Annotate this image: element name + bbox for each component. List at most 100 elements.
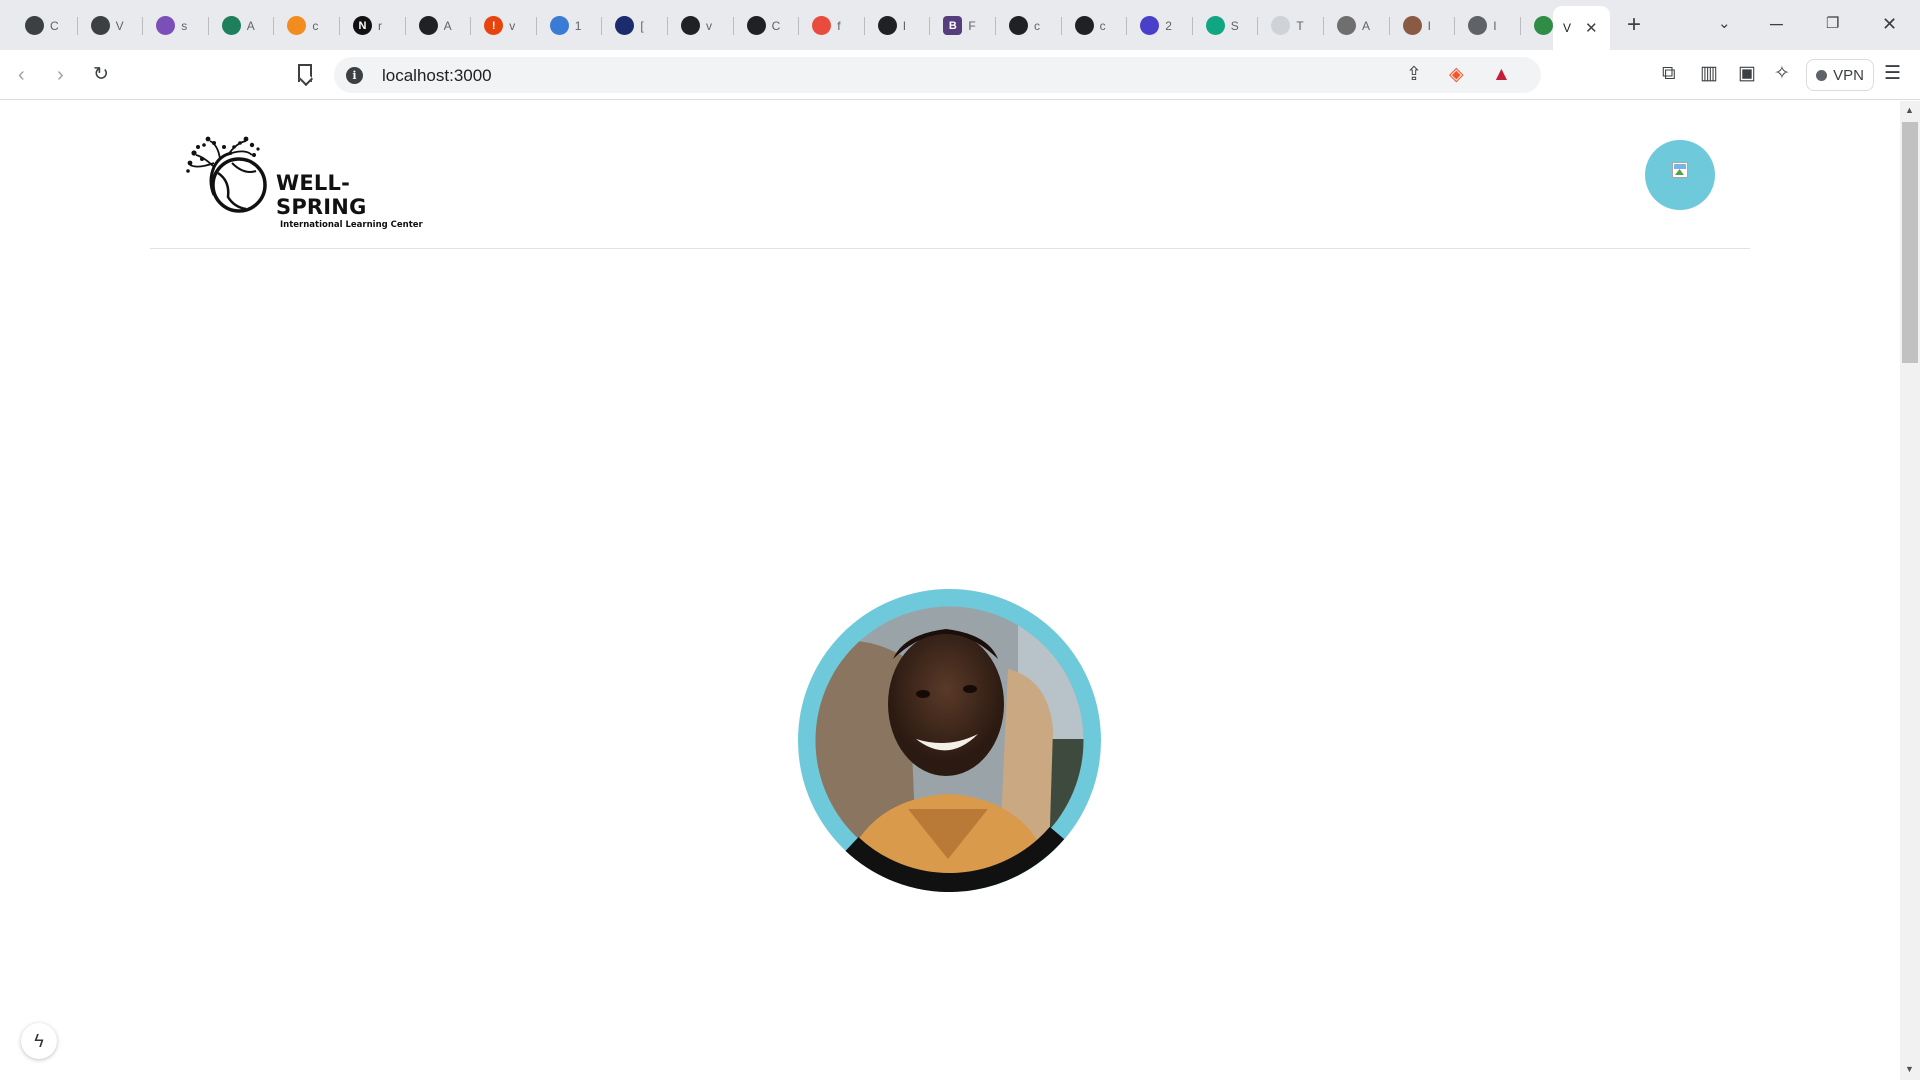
scroll-up-icon[interactable]: ▲: [1905, 105, 1914, 115]
tab-separator: [1519, 17, 1521, 35]
tab-title: A: [246, 18, 255, 33]
bootstrap-icon: B: [943, 16, 963, 35]
bookmark-icon[interactable]: [298, 64, 312, 82]
tab-title: A: [443, 18, 452, 33]
tab-separator: [1191, 17, 1193, 35]
browser-tab[interactable]: I: [868, 9, 930, 42]
browser-tab[interactable]: V: [81, 9, 143, 42]
browser-tab[interactable]: s: [146, 9, 208, 42]
restore-button[interactable]: ❐: [1826, 11, 1839, 37]
tab-separator: [1388, 17, 1390, 35]
forward-button[interactable]: ›: [57, 62, 64, 88]
active-tab[interactable]: V ✕: [1553, 6, 1610, 50]
reload-button[interactable]: ↻: [93, 62, 109, 88]
leo-ai-icon[interactable]: ✧: [1774, 64, 1790, 84]
browser-tab[interactable]: c: [277, 9, 339, 42]
tab-title: A: [1362, 18, 1371, 33]
browser-toolbar: ‹ › ↻ i localhost:3000 ⇪ ◈ ▲ ⧉ ▥ ▣ ✧ VPN…: [0, 50, 1920, 100]
browser-tab[interactable]: C: [737, 9, 799, 42]
browser-tab[interactable]: C: [15, 9, 77, 42]
browser-tab[interactable]: A: [409, 9, 471, 42]
browser-tab[interactable]: c: [1065, 9, 1127, 42]
page-scrollbar[interactable]: ▲ ▼: [1900, 101, 1920, 1080]
tab-title: 2: [1165, 18, 1172, 33]
browser-tab[interactable]: T: [1261, 9, 1323, 42]
grid-logo-icon: [615, 16, 635, 35]
sidebar-icon[interactable]: ▥: [1700, 64, 1718, 84]
colorful-icon: [812, 16, 832, 35]
hashnode-icon: [1140, 16, 1160, 35]
tab-separator: [863, 17, 865, 35]
tab-title: s: [181, 18, 188, 33]
tab-separator: [470, 17, 472, 35]
browser-tab[interactable]: Nr: [343, 9, 405, 42]
scroll-thumb[interactable]: [1902, 122, 1918, 363]
close-tab-icon[interactable]: ✕: [1585, 19, 1598, 37]
minimize-button[interactable]: ─: [1770, 11, 1783, 37]
tree-globe-icon: [186, 136, 267, 213]
browser-tab[interactable]: I: [1393, 9, 1455, 42]
wallet-icon[interactable]: ▣: [1738, 64, 1756, 84]
browser-tab[interactable]: 1: [540, 9, 602, 42]
new-tab-button[interactable]: +: [1627, 12, 1641, 38]
tab-title: c: [1034, 18, 1040, 33]
site-info-icon[interactable]: i: [346, 67, 363, 84]
browser-tab[interactable]: ! v: [474, 9, 536, 42]
profile-photo-icon: [1402, 16, 1422, 35]
tab-title: [: [640, 18, 644, 33]
logo-subtitle: International Learning Center: [280, 220, 423, 230]
browser-tab[interactable]: v: [671, 9, 733, 42]
address-bar[interactable]: i localhost:3000 ⇪ ◈ ▲: [334, 57, 1541, 93]
brave-shields-icon[interactable]: ◈: [1449, 65, 1464, 85]
nextjs-icon: N: [353, 16, 372, 35]
tab-separator: [601, 17, 603, 35]
stack-icon: [156, 16, 176, 35]
tab-title: F: [968, 18, 976, 33]
tab-strip: CVsAcNrA!v1[vCfIBFcc2STAIII V ✕ + ⌄ ─ ❐ …: [0, 0, 1920, 50]
close-window-button[interactable]: ✕: [1882, 11, 1897, 37]
tab-title: I: [1493, 18, 1497, 33]
loading-spinner: [798, 589, 1101, 892]
brave-rewards-icon[interactable]: ▲: [1492, 65, 1511, 85]
logo-title: WELL-SPRING: [276, 171, 367, 219]
vpn-button[interactable]: VPN: [1806, 59, 1874, 91]
menu-icon[interactable]: ☰: [1884, 64, 1901, 84]
tab-separator: [1257, 17, 1259, 35]
site-logo[interactable]: WELL-SPRING International Learning Cente…: [184, 135, 434, 230]
dev-tools-bolt-button[interactable]: ϟ: [21, 1023, 57, 1059]
back-button[interactable]: ‹: [18, 62, 25, 88]
spinner-icon: [1271, 16, 1291, 35]
tab-title: T: [1296, 18, 1304, 33]
coin-icon: [221, 16, 241, 35]
tab-title: f: [837, 18, 841, 33]
share-icon[interactable]: ⇪: [1406, 65, 1422, 85]
tab-title: C: [771, 18, 781, 33]
scroll-down-icon[interactable]: ▼: [1905, 1064, 1914, 1074]
diamond-icon: [549, 16, 569, 35]
extensions-icon[interactable]: ⧉: [1662, 64, 1676, 84]
browser-tab[interactable]: f: [802, 9, 864, 42]
browser-tab[interactable]: A: [1327, 9, 1389, 42]
tab-title: C: [50, 18, 59, 33]
vpn-status-icon: [1816, 69, 1828, 81]
user-avatar-button[interactable]: [1645, 140, 1715, 210]
browser-tab[interactable]: I: [1458, 9, 1520, 42]
browser-tab[interactable]: 2: [1130, 9, 1192, 42]
tab-separator: [995, 17, 996, 35]
vpn-label: VPN: [1833, 66, 1864, 84]
tab-separator: [798, 17, 800, 35]
browser-tab[interactable]: BF: [933, 9, 995, 42]
browser-tab[interactable]: S: [1196, 9, 1258, 42]
tab-search-chevron-icon[interactable]: ⌄: [1718, 11, 1731, 37]
tab-title: I: [902, 18, 907, 33]
url-text[interactable]: localhost:3000: [382, 66, 492, 86]
logo-text: WELL-SPRING International Learning Cente…: [276, 171, 434, 230]
browser-tab[interactable]: [: [605, 9, 667, 42]
tab-title: c: [1099, 18, 1106, 33]
github-icon: [418, 16, 438, 35]
tab-separator: [404, 17, 406, 35]
tab-title: S: [1230, 18, 1239, 33]
browser-tab[interactable]: c: [999, 9, 1061, 42]
active-tab-title: V: [1563, 21, 1572, 35]
browser-tab[interactable]: A: [212, 9, 274, 42]
